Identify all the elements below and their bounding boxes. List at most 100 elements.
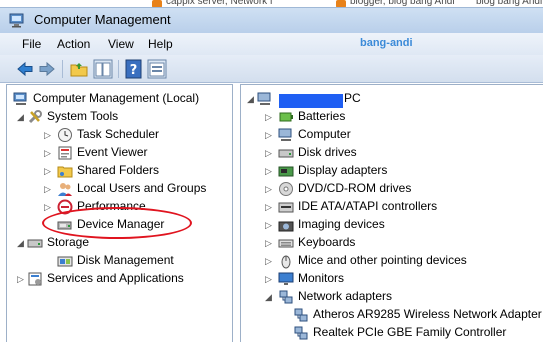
network-icon	[294, 326, 308, 340]
collapsed-arrow-icon[interactable]: ▷	[44, 202, 52, 212]
device-category-label: Imaging devices	[298, 217, 385, 231]
properties-icon[interactable]	[147, 59, 167, 79]
device-category-label: Network adapters	[298, 289, 393, 303]
device-tree-root[interactable]: ◢ PC	[241, 90, 541, 108]
svg-text:?: ?	[130, 63, 138, 78]
expanded-arrow-icon[interactable]: ◢	[17, 238, 25, 248]
computer-icon	[257, 92, 271, 105]
up-folder-icon[interactable]	[69, 59, 89, 79]
title-bar[interactable]: Computer Management	[0, 7, 543, 33]
tree-node-shared-folders[interactable]: ▷ Shared Folders	[7, 162, 227, 180]
tree-node-task-scheduler[interactable]: ▷ Task Scheduler	[7, 126, 227, 144]
network-adapter-label: Realtek PCIe GBE Family Controller	[313, 325, 507, 339]
collapsed-arrow-icon[interactable]: ▷	[44, 130, 52, 140]
disk-drive-icon	[278, 149, 294, 158]
device-category[interactable]: ▷ IDE ATA/ATAPI controllers	[241, 198, 541, 216]
tree-node-local-users-and-groups[interactable]: ▷ Local Users and Groups	[7, 180, 227, 198]
toolbar: ?	[0, 55, 543, 83]
tree-node-label: Local Users and Groups	[77, 181, 207, 195]
network-adapter-label: Atheros AR9285 Wireless Network Adapter	[313, 307, 542, 321]
tree-node-label: Services and Applications	[47, 271, 184, 285]
menu-action[interactable]: Action	[57, 37, 90, 51]
device-category[interactable]: ▷ Display adapters	[241, 162, 541, 180]
tools-icon	[28, 110, 42, 124]
camera-icon	[278, 221, 294, 232]
services-icon	[28, 272, 42, 286]
collapsed-arrow-icon[interactable]: ▷	[44, 184, 52, 194]
event-viewer-icon	[58, 146, 72, 160]
network-adapter-device[interactable]: Realtek PCIe GBE Family Controller	[241, 324, 541, 342]
device-category-label: Computer	[298, 127, 351, 141]
console-tree-pane: Computer Management (Local) ◢ System Too…	[6, 84, 233, 342]
users-icon	[58, 183, 72, 196]
device-category-label: DVD/CD-ROM drives	[298, 181, 412, 195]
collapsed-arrow-icon[interactable]: ▷	[265, 184, 273, 194]
computer-management-icon	[9, 13, 24, 28]
battery-icon	[279, 112, 293, 122]
collapsed-arrow-icon[interactable]: ▷	[265, 256, 273, 266]
collapsed-arrow-icon[interactable]: ▷	[265, 220, 273, 230]
display-adapter-icon	[278, 166, 294, 177]
device-category[interactable]: ▷ Mice and other pointing devices	[241, 252, 541, 270]
expanded-arrow-icon[interactable]: ◢	[17, 112, 25, 122]
red-highlight-ellipse	[42, 207, 192, 239]
device-category-label: Disk drives	[298, 145, 357, 159]
monitor-icon	[278, 272, 294, 285]
expanded-arrow-icon[interactable]: ◢	[265, 292, 273, 302]
tree-node-computer-management[interactable]: Computer Management (Local)	[7, 90, 227, 108]
device-category-label: IDE ATA/ATAPI controllers	[298, 199, 438, 213]
collapsed-arrow-icon[interactable]: ▷	[44, 166, 52, 176]
collapsed-arrow-icon[interactable]: ▷	[265, 166, 273, 176]
device-category-label: Display adapters	[298, 163, 388, 177]
collapsed-arrow-icon[interactable]: ▷	[265, 274, 273, 284]
toolbar-separator	[118, 60, 119, 78]
network-adapter-device[interactable]: Atheros AR9285 Wireless Network Adapter	[241, 306, 542, 324]
show-hide-tree-icon[interactable]	[93, 59, 113, 79]
ide-controller-icon	[278, 202, 294, 213]
expanded-arrow-icon[interactable]: ◢	[247, 94, 255, 104]
user-label: bang-andi	[360, 37, 413, 49]
disk-management-icon	[57, 256, 73, 267]
menu-view[interactable]: View	[108, 37, 134, 51]
menu-file[interactable]: File	[22, 37, 41, 51]
device-category[interactable]: ▷ Monitors	[241, 270, 541, 288]
network-icon	[279, 290, 293, 304]
keyboard-icon	[278, 239, 294, 248]
device-category[interactable]: ▷ Keyboards	[241, 234, 541, 252]
device-category[interactable]: ▷ DVD/CD-ROM drives	[241, 180, 541, 198]
tree-node-services-and-applications[interactable]: ▷ Services and Applications	[7, 270, 227, 288]
device-category[interactable]: ▷ Batteries	[241, 108, 541, 126]
menu-bar: File Action View Help bang-andi	[0, 33, 543, 55]
tree-node-disk-management[interactable]: Disk Management	[7, 252, 227, 270]
collapsed-arrow-icon[interactable]: ▷	[265, 148, 273, 158]
clock-icon	[58, 128, 72, 142]
device-category[interactable]: ▷ Computer	[241, 126, 541, 144]
back-arrow-icon[interactable]	[15, 59, 35, 79]
collapsed-arrow-icon[interactable]: ▷	[265, 202, 273, 212]
device-category[interactable]: ▷ Imaging devices	[241, 216, 541, 234]
tree-node-label: Task Scheduler	[77, 127, 160, 141]
menu-help[interactable]: Help	[148, 37, 173, 51]
tree-node-label: Event Viewer	[77, 145, 148, 159]
mouse-icon	[281, 255, 291, 269]
tree-node-label: System Tools	[47, 109, 119, 123]
tree-node-label: Computer Management (Local)	[33, 91, 200, 105]
tree-node-system-tools[interactable]: ◢ System Tools	[7, 108, 227, 126]
forward-arrow-icon[interactable]	[37, 59, 57, 79]
device-category-label: Monitors	[298, 271, 345, 285]
collapsed-arrow-icon[interactable]: ▷	[265, 112, 273, 122]
help-icon[interactable]: ?	[124, 59, 144, 79]
toolbar-separator	[62, 60, 63, 78]
device-category-label: Batteries	[298, 109, 346, 123]
collapsed-arrow-icon[interactable]: ▷	[17, 274, 25, 284]
network-icon	[294, 308, 308, 322]
collapsed-arrow-icon[interactable]: ▷	[265, 130, 273, 140]
computer-name-suffix: PC	[344, 91, 361, 105]
collapsed-arrow-icon[interactable]: ▷	[265, 238, 273, 248]
collapsed-arrow-icon[interactable]: ▷	[44, 148, 52, 158]
device-category[interactable]: ◢ Network adapters	[241, 288, 541, 306]
device-category[interactable]: ▷ Disk drives	[241, 144, 541, 162]
tree-node-event-viewer[interactable]: ▷ Event Viewer	[7, 144, 227, 162]
tree-node-label: Disk Management	[77, 253, 174, 267]
computer-management-window: Computer Management File Action View Hel…	[0, 0, 543, 342]
